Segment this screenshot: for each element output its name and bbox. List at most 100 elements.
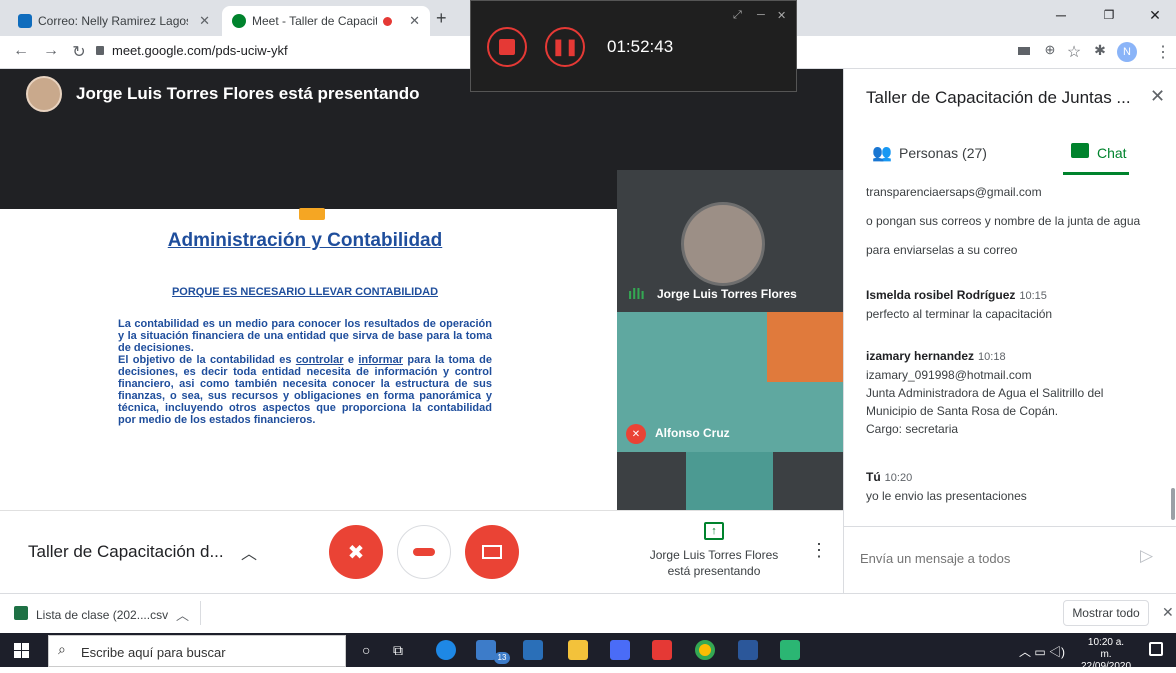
leave-call-button[interactable] — [397, 525, 451, 579]
participant-video-thumb — [686, 452, 773, 510]
tab-meet[interactable]: Meet - Taller de Capacitación ✕ — [222, 6, 430, 36]
cortana-icon[interactable]: ○ — [362, 642, 370, 658]
recording-timer: 01:52:43 — [607, 37, 674, 56]
system-tray-icons[interactable]: ︿ ▭ ◁) — [1019, 643, 1065, 660]
profile-avatar[interactable]: N — [1117, 42, 1137, 62]
menu-kebab-icon[interactable]: ⋮ — [1152, 42, 1174, 62]
chat-sender: Ismelda rosibel Rodríguez — [866, 288, 1016, 302]
chevron-up-icon[interactable]: ︿ — [241, 540, 257, 564]
slide-emoji-icon — [299, 208, 325, 220]
file-explorer-icon[interactable] — [568, 640, 588, 660]
pause-icon: ❚❚ — [551, 39, 579, 56]
chat-time: 10:15 — [1019, 290, 1047, 302]
maximize-button[interactable]: ❐ — [1086, 0, 1132, 30]
chat-message: Ismelda rosibel Rodríguez 10:15 perfecto … — [866, 286, 1052, 323]
expand-icon[interactable]: ⤢ — [733, 9, 742, 22]
mic-toggle-button[interactable]: ✖ — [329, 525, 383, 579]
pause-record-button[interactable]: ❚❚ — [545, 27, 585, 67]
more-options-icon[interactable]: ⋮ — [810, 540, 828, 561]
hang-up-icon — [413, 548, 435, 556]
chevron-up-icon[interactable]: ︿ — [176, 605, 189, 624]
show-all-button[interactable]: Mostrar todo — [1063, 600, 1149, 626]
url-field[interactable]: meet.google.com/pds-uciw-ykf — [112, 43, 288, 58]
zoom-app-icon[interactable] — [610, 640, 630, 660]
chat-input[interactable] — [860, 546, 1130, 570]
chat-scrollbar[interactable] — [1171, 488, 1175, 520]
camera-off-icon — [482, 545, 502, 559]
slide-title: Administración y Contabilidad — [167, 230, 443, 251]
participant-avatar — [681, 202, 765, 286]
tab-chat[interactable]: Chat — [1097, 145, 1127, 161]
extensions-icon[interactable]: ✱ — [1089, 42, 1111, 59]
edge-icon[interactable] — [436, 640, 456, 660]
close-recorder-icon[interactable]: ✕ — [777, 9, 786, 22]
download-file-name[interactable]: Lista de clase (202....csv — [36, 608, 168, 622]
slide-paragraph-2: El objetivo de la contabilidad es contro… — [118, 354, 492, 426]
word-icon[interactable] — [738, 640, 758, 660]
active-tab-indicator — [1063, 172, 1129, 175]
minimize-recorder-icon[interactable]: ─ — [757, 9, 765, 21]
chat-text: Junta Administradora de Agua el Salitril… — [866, 386, 1104, 400]
reload-icon[interactable]: ↻ — [68, 42, 90, 62]
bookmark-star-icon[interactable]: ☆ — [1063, 42, 1085, 62]
tab-mail[interactable]: Correo: Nelly Ramirez Lagos - Ou ✕ — [8, 6, 220, 36]
camera-icon[interactable] — [1018, 47, 1030, 55]
chat-text: yo le envio las presentaciones — [866, 489, 1027, 503]
camtasia-icon[interactable] — [780, 640, 800, 660]
clock-time: 10:20 a. m. — [1087, 637, 1125, 660]
outlook-icon — [18, 14, 32, 28]
participant-name: Jorge Luis Torres Flores — [657, 287, 797, 301]
divider — [843, 526, 1176, 527]
video-background-shape — [767, 312, 843, 382]
close-window-button[interactable]: ✕ — [1132, 0, 1176, 30]
chat-time: 10:20 — [884, 472, 913, 484]
send-icon[interactable]: ▷ — [1140, 546, 1153, 566]
divider — [200, 601, 201, 625]
slide-subtitle: PORQUE ES NECESARIO LLEVAR CONTABILIDAD — [171, 286, 439, 298]
chat-sender: Tú — [866, 470, 881, 484]
pdf-reader-icon[interactable] — [652, 640, 672, 660]
chat-text: izamary_091998@hotmail.com — [866, 368, 1032, 382]
search-icon: ⌕ — [58, 641, 66, 657]
forward-icon[interactable]: → — [40, 42, 62, 60]
chat-message: izamary hernandez 10:18 izamary_091998@ho… — [866, 347, 1103, 438]
stop-record-button[interactable] — [487, 27, 527, 67]
chat-message: o pongan sus correos y nombre de la junt… — [866, 214, 1141, 228]
store-icon[interactable] — [523, 640, 543, 660]
people-icon: 👥 — [872, 145, 892, 162]
new-tab-button[interactable]: + — [436, 8, 447, 29]
chat-message: transparenciaersaps@gmail.com — [866, 185, 1042, 199]
presenter-avatar — [26, 76, 62, 112]
stop-icon — [499, 39, 515, 55]
chat-text: Cargo: secretaria — [866, 422, 959, 436]
chat-text: Municipio de Santa Rosa de Copán. — [866, 404, 1059, 418]
chat-time: 10:18 — [978, 351, 1006, 363]
minimize-button[interactable]: ─ — [1038, 0, 1084, 30]
notifications-icon[interactable] — [1149, 642, 1163, 656]
back-icon[interactable]: ← — [10, 42, 32, 60]
zoom-icon[interactable]: ⊕ — [1039, 42, 1061, 58]
camera-toggle-button[interactable] — [465, 525, 519, 579]
presenting-status[interactable]: Jorge Luis Torres Flores está presentand… — [638, 547, 790, 579]
mail-app-icon[interactable] — [476, 640, 496, 660]
mic-off-icon: ✖ — [347, 541, 365, 564]
close-download-bar-icon[interactable]: ✕ — [1162, 604, 1174, 621]
close-panel-icon[interactable]: ✕ — [1150, 86, 1165, 107]
presenter-banner: Jorge Luis Torres Flores está presentand… — [76, 84, 420, 103]
chrome-icon[interactable] — [695, 640, 715, 660]
close-tab-icon[interactable]: ✕ — [409, 13, 420, 29]
present-screen-icon[interactable]: ↑ — [704, 522, 724, 540]
task-view-icon[interactable]: ⧉ — [393, 642, 403, 659]
meeting-title[interactable]: Taller de Capacitación d... — [28, 542, 224, 562]
clock[interactable]: 10:20 a. m. 22/09/2020 — [1081, 637, 1131, 673]
participant-name: Alfonso Cruz — [655, 426, 730, 440]
slide-paragraph-1: La contabilidad es un medio para conocer… — [118, 318, 492, 354]
slide-body: La contabilidad es un medio para conocer… — [118, 318, 492, 426]
taskbar-search-placeholder: Escribe aquí para buscar — [81, 645, 226, 660]
tab-people[interactable]: Personas (27) — [899, 145, 987, 161]
panel-title: Taller de Capacitación de Juntas ... — [866, 88, 1131, 107]
close-tab-icon[interactable]: ✕ — [199, 13, 210, 29]
windows-start-icon[interactable] — [14, 643, 29, 658]
tab-meet-label: Meet - Taller de Capacitación — [252, 14, 377, 28]
speaking-indicator-icon: ıllı — [628, 286, 645, 303]
